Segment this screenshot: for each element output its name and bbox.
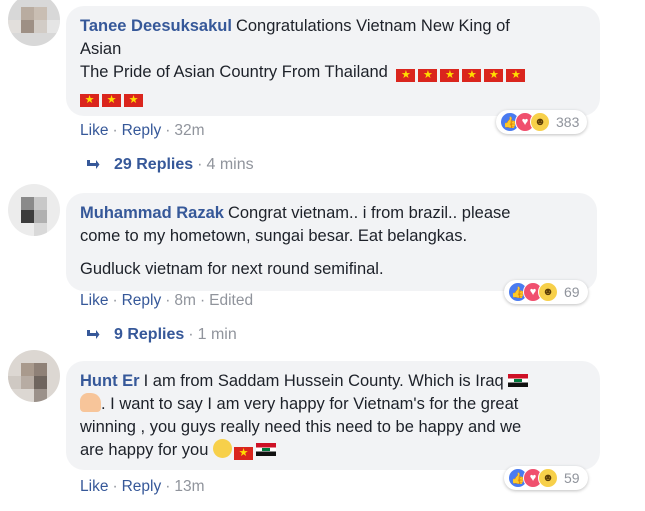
comment-author[interactable]: Muhammad Razak [80,204,224,222]
separator: · [112,292,118,309]
comment-actions: Like · Reply · 8m · Edited [80,292,253,310]
comment-text: Asian [80,40,122,58]
comment-text: . I want to say I am very happy for Viet… [101,395,519,413]
avatar[interactable] [8,350,60,402]
comment-text: I am from Saddam Hussein County. Which i… [143,372,504,390]
separator: · [199,292,206,309]
reaction-count: 69 [564,284,580,300]
haha-icon: ☻ [538,468,558,488]
comment-text: Congrat vietnam.. i from brazil.. please [227,204,511,222]
separator: · [197,156,203,173]
comment-bubble: Muhammad Razak Congrat vietnam.. i from b… [66,193,597,291]
timestamp[interactable]: 32m [174,122,204,139]
separator: · [165,478,171,495]
comment-text: come to my hometown, sungai besar. Eat b… [80,227,468,245]
comment-bubble: Hunt Er I am from Saddam Hussein County. … [66,361,600,470]
vietnam-flag-icon: ★ [462,69,482,82]
comment-author[interactable]: Tanee Deesuksakul [80,17,232,35]
reply-link[interactable]: Reply [122,478,162,495]
view-replies-link[interactable]: 9 Replies · 1 min [86,326,237,344]
replies-count: 9 Replies [114,326,185,343]
vietnam-flag-icon: ★ [396,69,416,82]
iraq-flag-icon [256,443,277,456]
vietnam-flag-icon: ★ [234,447,254,460]
vietnam-flag-icon: ★ [484,69,504,82]
haha-icon: ☻ [538,282,558,302]
replies-time: 1 min [197,326,237,343]
comment-actions: Like · Reply · 13m [80,478,205,496]
view-replies-link[interactable]: 29 Replies · 4 mins [86,156,254,174]
replies-time: 4 mins [206,156,254,173]
comment-text: winning , you guys really need this need… [80,418,522,436]
separator: · [165,292,171,309]
comment-text: Congratulations Vietnam New King of [235,17,510,35]
avatar[interactable] [8,184,60,236]
like-link[interactable]: Like [80,122,108,139]
reply-arrow-icon [87,329,100,339]
timestamp[interactable]: 8m [174,292,196,309]
replies-count: 29 Replies [114,156,194,173]
vietnam-flag-icon: ★ [440,69,460,82]
separator: · [112,478,118,495]
reaction-count: 59 [564,470,580,486]
reaction-summary[interactable]: 👍 ♥ ☻ 383 [496,110,588,134]
reaction-count: 383 [556,114,580,130]
reply-link[interactable]: Reply [122,292,162,309]
like-link[interactable]: Like [80,478,108,495]
iraq-flag-icon [508,374,529,387]
vietnam-flag-icon: ★ [80,94,99,107]
comment-bubble: Tanee Deesuksakul Congratulations Vietnam… [66,6,600,116]
edited-link[interactable]: Edited [209,292,253,309]
separator: · [112,122,118,139]
comment-text: The Pride of Asian Country From Thailand [80,63,388,81]
flexed-biceps-icon [80,393,101,412]
haha-icon: ☻ [530,112,550,132]
vietnam-flag-icon: ★ [506,69,526,82]
reaction-summary[interactable]: 👍 ♥ ☻ 69 [504,280,588,304]
comment-actions: Like · Reply · 32m [80,122,205,140]
reply-link[interactable]: Reply [122,122,162,139]
avatar[interactable] [8,0,60,46]
reply-arrow-icon [87,159,100,169]
reaction-summary[interactable]: 👍 ♥ ☻ 59 [504,466,588,490]
separator: · [165,122,171,139]
comment-text: Gudluck vietnam for next round semifinal… [80,260,384,278]
vietnam-flag-icon: ★ [124,94,143,107]
vietnam-flag-icon: ★ [418,69,438,82]
vietnam-flag-icon: ★ [102,94,121,107]
kissing-face-icon [213,439,233,458]
comment-author[interactable]: Hunt Er [80,372,140,390]
comment-text: are happy for you [80,441,209,459]
like-link[interactable]: Like [80,292,108,309]
separator: · [188,326,194,343]
timestamp[interactable]: 13m [174,478,204,495]
